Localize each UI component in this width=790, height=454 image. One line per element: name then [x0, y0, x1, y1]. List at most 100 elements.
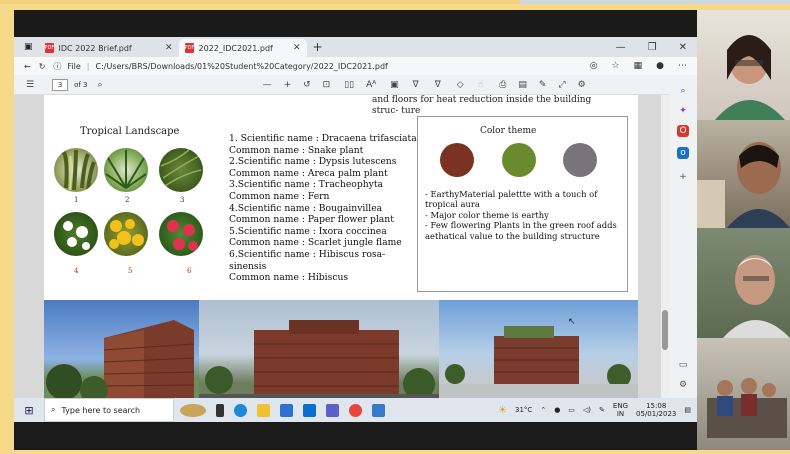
minimize-icon[interactable]: — — [616, 42, 626, 53]
app-icon[interactable] — [372, 403, 385, 417]
notifications-icon[interactable]: ▤ — [684, 406, 691, 414]
plant-number: 3 — [180, 196, 185, 204]
edge-icon[interactable] — [234, 403, 247, 417]
close-window-icon[interactable]: ✕ — [679, 42, 687, 53]
chevron-up-icon[interactable]: ⌃ — [540, 406, 546, 414]
file-explorer-icon[interactable] — [257, 403, 270, 417]
start-button[interactable]: ⊞ — [14, 404, 44, 417]
top-strip — [0, 0, 520, 4]
brown-swatch — [440, 143, 474, 177]
render-image-2 — [199, 300, 439, 398]
sidebar-toggle-icon[interactable]: ▣ — [14, 42, 39, 52]
species-line: 5.Scientific name : Ixora coccinea — [229, 225, 387, 237]
participant-video-4[interactable] — [697, 338, 790, 450]
participant-video-2[interactable] — [697, 120, 790, 228]
refresh-icon[interactable]: ↻ — [39, 62, 46, 71]
profile-icon[interactable]: ● — [656, 61, 664, 71]
color-note: - Major color theme is earthy — [425, 209, 549, 220]
taskbar-search[interactable]: ⌕ Type here to search — [44, 398, 174, 422]
species-line: Common name : Fern — [229, 190, 330, 202]
fullscreen-icon[interactable]: ⤢ — [558, 80, 565, 90]
outlook-icon[interactable]: o — [677, 147, 689, 159]
discover-icon[interactable]: ✦ — [677, 105, 689, 117]
favorite-icon[interactable]: ☆ — [612, 61, 620, 71]
network-icon[interactable]: ▭ — [568, 406, 575, 414]
snake-plant-photo — [54, 148, 98, 192]
green-swatch — [502, 143, 536, 177]
pdf-icon: PDF — [44, 43, 55, 53]
pen-icon[interactable]: ✎ — [599, 406, 605, 414]
render-image-1 — [44, 300, 199, 398]
draw-icon[interactable]: ∇ — [413, 80, 419, 90]
read-aloud-icon[interactable]: ◎ — [590, 61, 598, 71]
touch-icon[interactable]: ☝ — [478, 80, 483, 90]
more-icon[interactable]: ⋯ — [678, 61, 687, 71]
back-icon[interactable]: ← — [24, 62, 31, 71]
zoom-out-icon[interactable]: — — [263, 80, 272, 90]
color-notes: - EarthyMaterial palettte with a touch o… — [425, 189, 625, 241]
tab-idc-brief[interactable]: PDF IDC 2022 Brief.pdf ✕ — [38, 39, 179, 57]
zoom-in-icon[interactable]: + — [284, 80, 292, 90]
rotate-icon[interactable]: ↺ — [303, 80, 311, 90]
settings-icon[interactable]: ⚙ — [677, 379, 689, 391]
edge-sidebar: ⌕ ✦ O o + ▭ ⚙ — [669, 75, 697, 398]
microphone-icon[interactable]: ● — [554, 406, 560, 414]
office-icon[interactable]: O — [677, 125, 689, 137]
print-icon[interactable]: ⎙ — [499, 80, 506, 90]
store-icon[interactable] — [280, 403, 293, 417]
color-theme-title: Color theme — [480, 126, 537, 136]
species-list: 1. Scientific name : Dracaena trifasciat… — [229, 133, 419, 284]
immersive-reader-icon[interactable]: ▣ — [390, 80, 399, 90]
render-image-3: ↖ — [439, 300, 638, 398]
new-tab-button[interactable]: + — [313, 40, 323, 54]
volume-icon[interactable]: ◁) — [583, 406, 591, 414]
scrollbar-thumb[interactable] — [662, 310, 668, 350]
tab-idc2021[interactable]: PDF 2022_IDC2021.pdf ✕ — [178, 39, 307, 57]
search-highlight-icon[interactable] — [180, 403, 206, 417]
tropical-landscape-title: Tropical Landscape — [80, 126, 180, 137]
fit-page-icon[interactable]: ⊡ — [323, 80, 331, 90]
mail-icon[interactable] — [303, 403, 316, 417]
search-icon: ⌕ — [51, 405, 56, 414]
language-indicator[interactable]: ENG IN — [613, 402, 628, 418]
url-divider: | — [86, 61, 90, 71]
species-line: Common name : Scarlet jungle flame — [229, 237, 402, 249]
find-icon[interactable]: ⌕ — [98, 80, 103, 90]
ixora-photo — [104, 212, 148, 256]
language-code: ENG — [612, 402, 629, 410]
restore-icon[interactable]: ❐ — [648, 42, 657, 53]
collections-icon[interactable]: ▦ — [634, 61, 643, 71]
close-tab-icon[interactable]: ✕ — [293, 43, 301, 53]
info-icon: ⓘ — [53, 61, 62, 71]
page-view-icon[interactable]: ▯▯ — [344, 80, 354, 90]
save-as-icon[interactable]: ✎ — [539, 80, 547, 90]
plant-number: 1 — [74, 196, 79, 204]
species-line: 6.Scientific name : Hibiscus rosa-sinens… — [229, 248, 386, 272]
pdf-toolbar: ☰ 3 of 3 ⌕ — + ↺ ⊡ ▯▯ Aᴬ ▣ ∇ ∇ ◇ ☝ ⎙ ▤ ✎… — [14, 75, 697, 95]
scrollbar[interactable] — [661, 95, 669, 398]
participant-video-1[interactable] — [697, 10, 790, 120]
clock[interactable]: 15:08 05/01/2023 — [636, 402, 676, 418]
teams-icon[interactable] — [326, 403, 339, 417]
grey-swatch — [563, 143, 597, 177]
close-tab-icon[interactable]: ✕ — [165, 43, 173, 53]
search-icon[interactable]: ⌕ — [677, 85, 689, 97]
sidebar-toggle-icon[interactable]: ▭ — [677, 359, 689, 371]
highlight-icon[interactable]: ∇ — [435, 80, 441, 90]
weather-temp[interactable]: 31°C — [515, 406, 532, 414]
save-icon[interactable]: ▤ — [518, 80, 527, 90]
mouse-cursor: ↖ — [568, 317, 576, 327]
page-number-field[interactable]: 3 — [52, 78, 69, 91]
pdf-settings-icon[interactable]: ⚙ — [578, 80, 586, 90]
chrome-icon[interactable] — [349, 403, 362, 417]
species-line: 2.Scientific name : Dypsis lutescens — [229, 156, 397, 168]
text-options-icon[interactable]: Aᴬ — [366, 80, 376, 90]
add-icon[interactable]: + — [677, 171, 689, 183]
eraser-icon[interactable]: ◇ — [457, 80, 464, 90]
areca-palm-photo — [104, 148, 148, 192]
task-view-icon[interactable] — [216, 403, 224, 417]
contents-icon[interactable]: ☰ — [26, 80, 34, 90]
species-line: 3.Scientific name : Tracheophyta — [229, 179, 383, 191]
participant-video-3[interactable] — [697, 228, 790, 338]
url-field[interactable]: ⓘ File | C:/Users/BRS/Downloads/01%20Stu… — [53, 61, 387, 72]
